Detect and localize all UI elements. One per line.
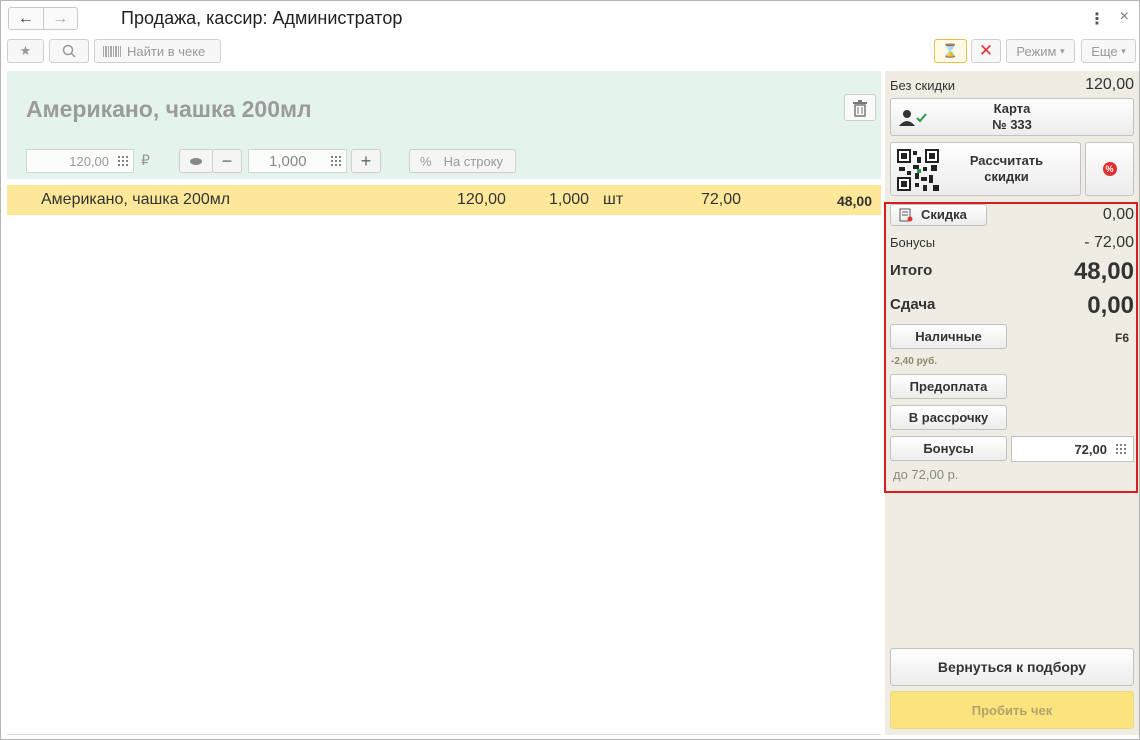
defer-receipt-button[interactable]: ⌛ [934,39,967,63]
table-row[interactable]: Американо, чашка 200мл 120,00 1,000 шт 7… [7,185,881,215]
calculator-icon[interactable] [117,155,129,168]
total-value: 48,00 [1073,258,1134,285]
payment-panel: Без скидки 120,00 Карта № 333 Рассчитать [884,71,1139,735]
discount-value: 0,00 [1102,206,1134,223]
minus-icon: − [221,150,233,171]
eye-icon [190,157,202,165]
currency-symbol: ₽ [141,152,150,168]
more-label: Еще [1091,43,1118,59]
cross-icon: ✕ [978,41,994,60]
row-discount: 72,00 [701,191,742,208]
pay-bonuses-label: Бонусы [923,440,974,456]
bonus-amount-field[interactable]: 72,00 [1011,436,1134,462]
forward-button[interactable]: → [44,8,78,29]
back-button[interactable]: ← [9,8,44,29]
total-label: Итого [890,262,933,279]
close-window-icon[interactable]: × [1120,8,1129,26]
increase-qty-button[interactable]: + [351,149,381,173]
calc-discounts-line2: скидки [984,169,1029,184]
cash-button[interactable]: Наличные [890,324,1007,349]
print-label: Пробить чек [971,702,1053,718]
row-qty: 1,000 [549,191,590,208]
card-number: № 333 [992,117,1032,132]
arrow-right-icon: → [52,9,69,27]
current-item-title: Американо, чашка 200мл [26,96,312,122]
percent-icon: % [420,153,432,169]
installment-button[interactable]: В рассрочку [890,405,1007,430]
plus-icon: + [360,150,372,171]
search-icon [62,44,76,58]
change-label: Сдача [890,296,936,313]
return-to-selection-button[interactable]: Вернуться к подбору [890,648,1134,686]
cancel-receipt-button[interactable]: ✕ [971,39,1001,63]
mode-label: Режим [1016,43,1057,59]
trash-icon [853,99,867,117]
row-unit: шт [603,191,624,208]
user-check-icon [899,110,927,126]
app-window: ← → Продажа, кассир: Администратор ⋮ × ★… [0,0,1140,740]
divider [7,734,881,735]
barcode-icon [103,45,121,57]
window-title: Продажа, кассир: Администратор [121,8,403,28]
arrow-left-icon: ← [17,9,34,27]
quantity-value: 1,000 [269,152,307,170]
chevron-down-icon: ▾ [1121,45,1126,56]
no-discount-value: 120,00 [1085,76,1134,93]
row-price: 120,00 [457,191,506,208]
installment-label: В рассрочку [908,409,989,425]
bonuses-label: Бонусы [890,235,936,250]
discount-document-icon [899,208,913,222]
row-name: Американо, чашка 200мл [41,191,231,208]
loyalty-card-button[interactable]: Карта № 333 [890,98,1134,136]
mode-dropdown[interactable]: Режим ▾ [1006,39,1075,63]
prepayment-label: Предоплата [909,378,988,394]
row-sum: 48,00 [836,193,872,209]
delete-item-button[interactable] [844,94,876,121]
chevron-down-icon: ▾ [1060,45,1065,56]
cash-hint: -2,40 руб. [891,356,938,367]
return-label: Вернуться к подбору [937,659,1087,675]
bonus-amount-value: 72,00 [1074,441,1107,457]
star-icon: ★ [19,43,32,58]
bonuses-value: - 72,00 [1084,234,1134,251]
discount-button[interactable]: Скидка [890,204,987,226]
prepayment-button[interactable]: Предоплата [890,374,1007,399]
find-in-receipt-button[interactable]: Найти в чеке [94,39,221,63]
no-discount-label: Без скидки [890,78,956,93]
percent-icon: % [1102,162,1117,176]
price-field[interactable]: 120,00 [26,149,134,173]
qr-code-icon [897,149,939,191]
discount-label: Скидка [921,207,967,222]
price-value: 120,00 [69,153,109,169]
more-dropdown[interactable]: Еще ▾ [1081,39,1136,63]
manual-discount-button[interactable]: % [1085,142,1134,196]
calc-discounts-line1: Рассчитать [969,153,1044,168]
search-button[interactable] [49,39,89,63]
print-receipt-button[interactable]: Пробить чек [890,691,1134,729]
per-line-label: На строку [443,153,504,169]
discount-per-line-button[interactable]: % На строку [409,149,516,173]
cash-hotkey: F6 [1114,331,1129,345]
calculate-discounts-button[interactable]: Рассчитать скидки [890,142,1081,196]
quantity-field[interactable]: 1,000 [248,149,347,173]
bonus-hint: до 72,00 р. [893,467,959,482]
current-item-panel: Американо, чашка 200мл 120,00 ₽ − 1,000 … [7,71,881,179]
calculator-icon[interactable] [1115,443,1127,456]
more-menu-icon[interactable]: ⋮ [1089,9,1105,29]
favorites-button[interactable]: ★ [7,39,44,63]
history-nav: ← → [8,7,78,30]
change-value: 0,00 [1087,292,1134,319]
find-in-receipt-label: Найти в чеке [127,43,206,59]
pay-bonuses-button[interactable]: Бонусы [890,436,1007,461]
hourglass-icon: ⌛ [942,43,959,58]
card-label: Карта [993,101,1031,116]
view-button[interactable] [179,149,213,173]
calculator-icon[interactable] [330,155,342,168]
cash-label: Наличные [915,328,982,344]
decrease-qty-button[interactable]: − [212,149,242,173]
